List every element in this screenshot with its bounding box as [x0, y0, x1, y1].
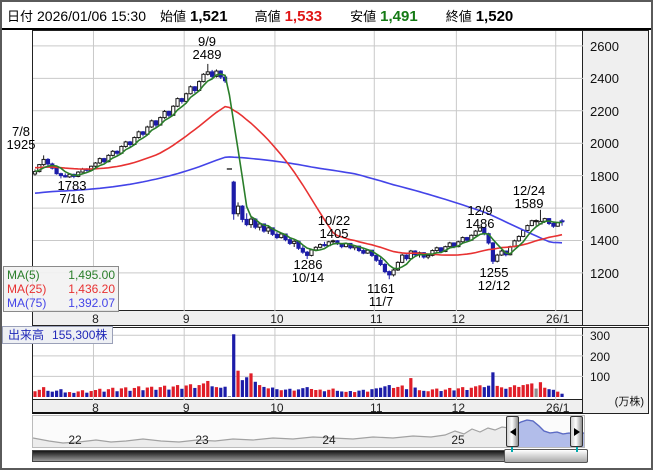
- month-tick-label: 10: [255, 401, 299, 415]
- year-tick-label: 24: [322, 433, 335, 447]
- month-tick-label: 9: [164, 401, 208, 415]
- ma-legend-row: MA(25)1,436.20: [7, 282, 115, 296]
- open-value: 1,521: [190, 8, 228, 25]
- month-tick-label: 26/1: [536, 401, 580, 415]
- month-tick-label: 11: [354, 401, 398, 415]
- main-x-axis: 8 9 10 11 12 26/1: [32, 311, 583, 326]
- month-tick-label: 10: [255, 312, 299, 326]
- price-axis: 1200 1400 1600 1800 2000 2200 2400 2600: [583, 30, 649, 326]
- price-tick-label: 2600: [590, 39, 619, 54]
- price-tick-label: 1800: [590, 169, 619, 184]
- ma-legend: MA(5)1,495.00MA(25)1,436.20MA(75)1,392.0…: [3, 266, 119, 312]
- chart-annotation: 1255 12/12: [478, 266, 511, 292]
- year-tick-label: 22: [68, 433, 81, 447]
- ma-line-5: [35, 74, 562, 269]
- volume-legend: 出来高 155,300株: [2, 326, 113, 344]
- candles-layer: [33, 64, 564, 279]
- chart-annotation: 9/9 2489: [193, 35, 222, 61]
- volume-axis: 100 200 300 (万株): [583, 327, 649, 414]
- date-group: 日付 2026/01/06 15:30: [7, 6, 146, 25]
- volume-tick-label: 100: [590, 370, 610, 384]
- date-label: 日付: [7, 6, 33, 25]
- month-tick-label: 8: [73, 312, 117, 326]
- volume-label: 出来高: [8, 328, 44, 342]
- chart-annotation: 1783 7/16: [58, 179, 87, 205]
- navigator-canvas: [33, 416, 586, 449]
- price-tick-label: 1600: [590, 201, 619, 216]
- volume-x-axis: 8 9 10 11 12 26/1: [32, 400, 583, 414]
- volume-unit-label: (万株): [615, 393, 644, 409]
- high-group: 高値 1,533: [255, 6, 323, 25]
- volume-canvas: [33, 328, 584, 401]
- price-tick-label: 2000: [590, 136, 619, 151]
- low-value: 1,491: [380, 8, 418, 25]
- chart-annotation: 7/8 1925: [7, 125, 36, 151]
- volume-tick-label: 300: [590, 329, 610, 343]
- month-tick-label: 12: [436, 312, 480, 326]
- month-tick-label: 11: [354, 312, 398, 326]
- stock-chart-window: 日付 2026/01/06 15:30 始値 1,521 高値 1,533 安値…: [0, 0, 653, 470]
- close-label: 終値: [446, 6, 472, 25]
- chart-annotation: 12/24 1589: [513, 184, 546, 210]
- open-label: 始値: [160, 6, 186, 25]
- month-tick-label: 9: [164, 312, 208, 326]
- price-tick-label: 2200: [590, 104, 619, 119]
- low-label: 安値: [350, 6, 376, 25]
- chart-annotation: 12/9 1486: [466, 204, 495, 230]
- chart-annotation: 1286 10/14: [292, 258, 325, 284]
- month-tick-label: 26/1: [536, 312, 580, 326]
- volume-tick-label: 200: [590, 350, 610, 364]
- chart-annotation: 1161 11/7: [367, 282, 395, 308]
- chart-annotation: 10/22 1405: [318, 214, 351, 240]
- date-value: 2026/01/06 15:30: [37, 8, 146, 24]
- low-group: 安値 1,491: [350, 6, 418, 25]
- ma-legend-row: MA(5)1,495.00: [7, 268, 115, 282]
- high-label: 高値: [255, 6, 281, 25]
- range-navigator[interactable]: [32, 415, 585, 448]
- month-tick-label: 8: [73, 401, 117, 415]
- close-value: 1,520: [476, 8, 514, 25]
- volume-value: 155,300株: [52, 328, 107, 342]
- close-group: 終値 1,520: [446, 6, 514, 25]
- right-arrow-icon: [574, 428, 580, 436]
- high-value: 1,533: [285, 8, 323, 25]
- quote-infobar: 日付 2026/01/06 15:30 始値 1,521 高値 1,533 安値…: [2, 2, 651, 28]
- ma-legend-row: MA(75)1,392.07: [7, 296, 115, 310]
- range-left-handle[interactable]: [506, 416, 519, 447]
- price-tick-label: 1200: [590, 266, 619, 281]
- price-tick-label: 1400: [590, 233, 619, 248]
- year-tick-label: 25: [451, 433, 464, 447]
- volume-plot[interactable]: [32, 327, 583, 400]
- year-tick-label: 23: [195, 433, 208, 447]
- range-right-handle[interactable]: [570, 416, 583, 447]
- month-tick-label: 12: [436, 401, 480, 415]
- price-tick-label: 2400: [590, 71, 619, 86]
- left-arrow-icon: [510, 428, 516, 436]
- open-group: 始値 1,521: [160, 6, 228, 25]
